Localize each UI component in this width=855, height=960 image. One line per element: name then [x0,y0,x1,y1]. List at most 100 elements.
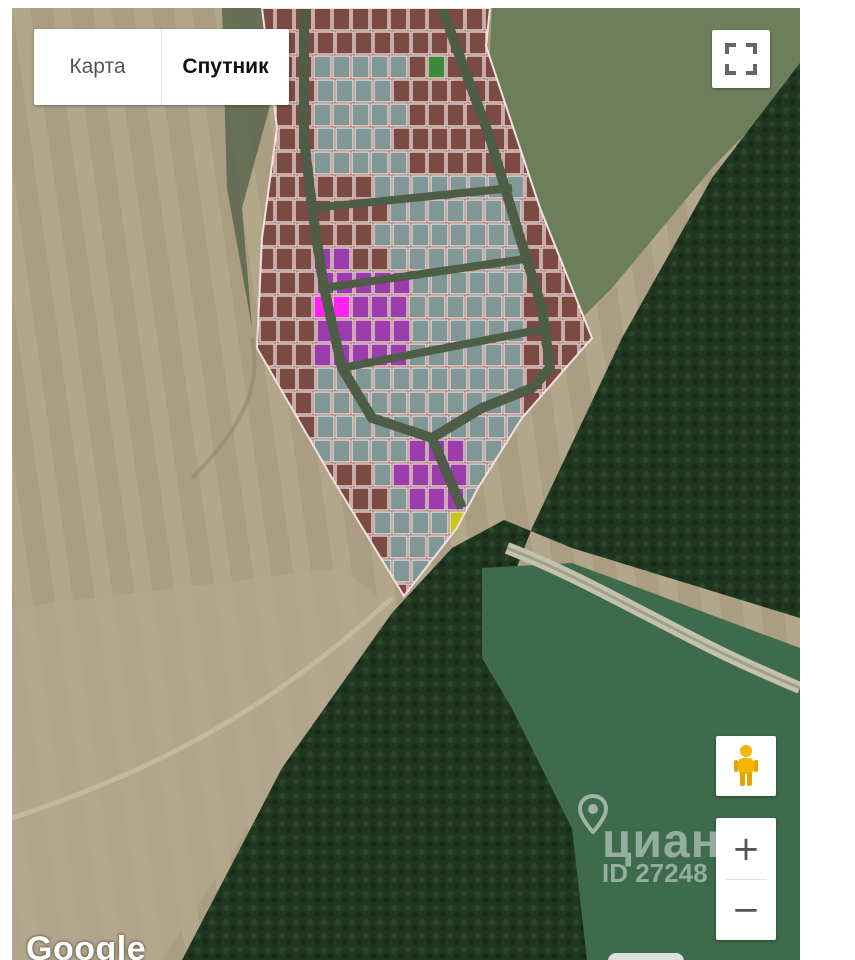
land-plot[interactable] [370,487,389,511]
land-plot[interactable] [468,367,487,391]
land-plot[interactable] [335,31,354,55]
land-plot[interactable] [503,295,522,319]
land-plot[interactable] [484,199,503,223]
land-plot[interactable] [316,367,335,391]
land-plot[interactable] [370,8,389,31]
land-plot[interactable] [332,391,351,415]
land-plot[interactable] [370,247,389,271]
land-plot[interactable] [316,415,335,439]
zoom-in-button[interactable]: + [716,819,776,879]
land-plot[interactable] [468,271,487,295]
zoom-out-button[interactable]: − [716,880,776,940]
land-plot[interactable] [313,103,332,127]
land-plot[interactable] [370,391,389,415]
land-plot[interactable] [449,319,468,343]
land-plot[interactable] [335,127,354,151]
land-plot[interactable] [297,319,316,343]
land-plot[interactable] [278,175,297,199]
land-plot[interactable] [446,295,465,319]
land-plot[interactable] [313,151,332,175]
land-plot[interactable] [351,8,370,31]
land-plot[interactable] [389,535,408,559]
land-plot[interactable] [259,319,278,343]
land-plot[interactable] [411,223,430,247]
land-plot[interactable] [408,487,427,511]
land-plot[interactable] [389,8,408,31]
land-plot[interactable] [275,103,294,127]
land-plot[interactable] [259,271,278,295]
land-plot[interactable] [465,8,484,31]
land-plot[interactable] [392,463,411,487]
land-plot[interactable] [522,343,541,367]
land-plot[interactable] [392,79,411,103]
land-plot[interactable] [465,295,484,319]
land-plot[interactable] [373,319,392,343]
land-plot[interactable] [389,55,408,79]
land-plot[interactable] [373,463,392,487]
land-plot[interactable] [335,175,354,199]
land-plot[interactable] [313,55,332,79]
land-plot[interactable] [503,343,522,367]
land-plot[interactable] [316,79,335,103]
land-plot[interactable] [392,319,411,343]
map-type-satellite-button[interactable]: Спутник [161,29,289,105]
land-plot[interactable] [427,199,446,223]
land-plot[interactable] [351,55,370,79]
land-plot[interactable] [278,271,297,295]
land-plot[interactable] [430,367,449,391]
land-plot[interactable] [446,103,465,127]
land-plot[interactable] [427,103,446,127]
land-plot[interactable] [297,271,316,295]
land-plot[interactable] [465,199,484,223]
land-plot[interactable] [389,487,408,511]
land-plot[interactable] [354,79,373,103]
land-plot[interactable] [351,487,370,511]
land-plot[interactable] [392,223,411,247]
land-plot[interactable] [294,391,313,415]
land-plot[interactable] [370,103,389,127]
land-plot[interactable] [411,127,430,151]
land-plot[interactable] [316,127,335,151]
land-plot[interactable] [351,295,370,319]
land-plot[interactable] [430,127,449,151]
land-plot[interactable] [351,103,370,127]
land-plot[interactable] [370,151,389,175]
land-plot[interactable] [389,247,408,271]
land-plot[interactable] [449,127,468,151]
land-plot[interactable] [389,439,408,463]
land-plot[interactable] [354,223,373,247]
land-plot[interactable] [335,79,354,103]
land-plot[interactable] [487,415,506,439]
land-plot[interactable] [373,127,392,151]
map-type-map-button[interactable]: Карта [34,29,161,105]
land-plot[interactable] [316,175,335,199]
land-plot[interactable] [465,439,484,463]
land-plot[interactable] [411,319,430,343]
land-plot[interactable] [563,319,582,343]
land-plot[interactable] [468,31,487,55]
land-plot[interactable] [408,103,427,127]
land-plot[interactable] [525,223,544,247]
land-plot[interactable] [427,247,446,271]
land-plot[interactable] [427,295,446,319]
land-plot[interactable] [335,463,354,487]
land-plot[interactable] [275,8,294,31]
land-plot[interactable] [408,247,427,271]
land-plot[interactable] [373,223,392,247]
land-plot[interactable] [351,151,370,175]
fullscreen-button[interactable] [712,30,770,88]
land-plot[interactable] [373,511,392,535]
land-plot[interactable] [408,55,427,79]
land-plot[interactable] [354,319,373,343]
land-plot[interactable] [294,343,313,367]
land-plot[interactable] [373,367,392,391]
land-plot[interactable] [503,151,522,175]
land-plot[interactable] [354,127,373,151]
land-plot[interactable] [370,439,389,463]
land-plot[interactable] [487,367,506,391]
land-plot[interactable] [449,271,468,295]
land-plot[interactable] [373,175,392,199]
land-plot[interactable] [316,31,335,55]
land-plot[interactable] [332,103,351,127]
street-view-pegman-button[interactable] [716,736,776,796]
